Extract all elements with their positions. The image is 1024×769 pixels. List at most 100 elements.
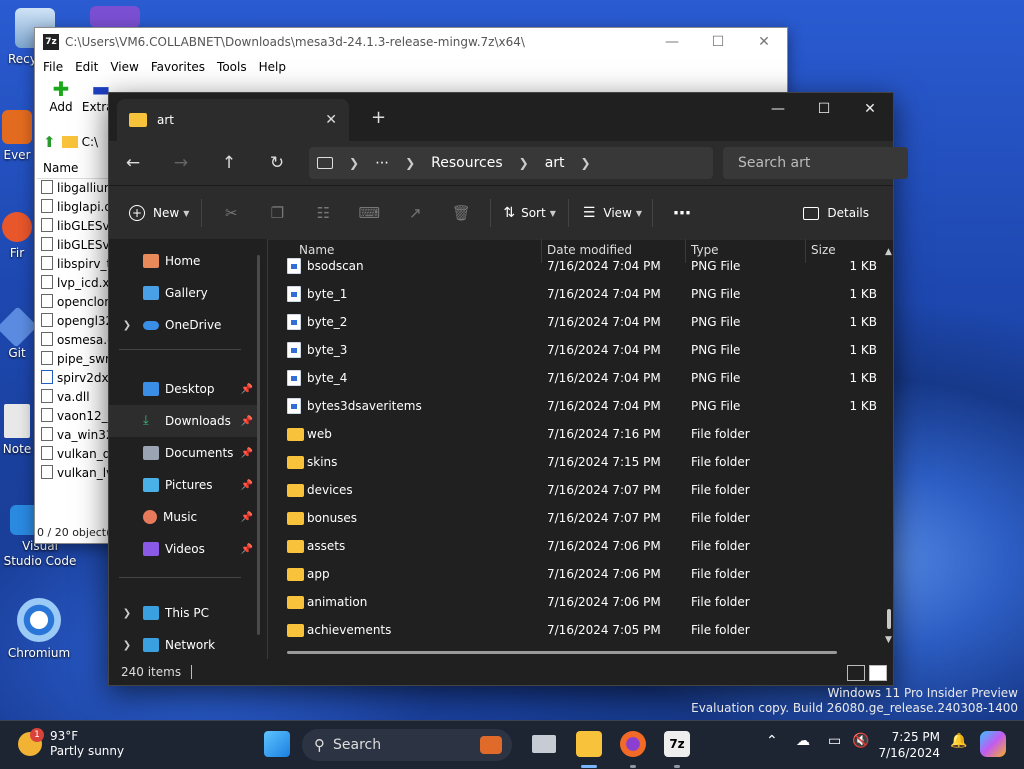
scrollbar[interactable] <box>257 255 260 635</box>
monitor-icon[interactable] <box>317 157 333 169</box>
sidebar-item-music[interactable]: Music 📌 <box>109 501 259 533</box>
horizontal-scrollbar[interactable] <box>287 651 837 654</box>
desktop-icon-fir[interactable]: Fir <box>0 212 34 260</box>
list-item[interactable]: openclon <box>37 293 109 312</box>
table-row[interactable]: byte_4 7/16/2024 7:04 PM PNG File 1 KB <box>281 365 881 393</box>
close-icon[interactable]: ✕ <box>847 93 893 125</box>
table-row[interactable]: skins 7/16/2024 7:15 PM File folder <box>281 449 881 477</box>
breadcrumb-resources[interactable]: Resources <box>431 155 503 171</box>
table-row[interactable]: bytes3dsaveritems 7/16/2024 7:04 PM PNG … <box>281 393 881 421</box>
sidebar-item-documents[interactable]: Documents 📌 <box>109 437 259 469</box>
table-row[interactable]: byte_2 7/16/2024 7:04 PM PNG File 1 KB <box>281 309 881 337</box>
list-item[interactable]: vulkan_dz <box>37 445 109 464</box>
sort-button[interactable]: ⇅ Sort ▼ <box>503 205 556 221</box>
list-item[interactable]: libGLESv1 <box>37 217 109 236</box>
menu-view[interactable]: View <box>104 60 144 74</box>
menu-help[interactable]: Help <box>253 60 292 74</box>
desktop-icon-chromium[interactable]: Chromium <box>4 598 74 660</box>
chevron-right-icon[interactable]: ❯ <box>119 608 135 619</box>
menu-edit[interactable]: Edit <box>69 60 104 74</box>
list-item[interactable]: vaon12_d <box>37 407 109 426</box>
list-item[interactable]: vulkan_lv <box>37 464 109 483</box>
sidebar-item-onedrive[interactable]: ❯ OneDrive <box>109 309 259 341</box>
desktop-icon-ever[interactable]: Ever <box>0 110 34 162</box>
windows-start-icon[interactable] <box>264 731 290 757</box>
7zip-path[interactable]: C:\ <box>82 135 98 149</box>
cut-icon[interactable]: ✂ <box>208 204 254 222</box>
chevron-up-icon[interactable]: ⌃ <box>766 733 778 749</box>
table-row[interactable]: bonuses 7/16/2024 7:07 PM File folder <box>281 505 881 533</box>
up-arrow-icon[interactable]: ↑ <box>205 153 253 173</box>
close-tab-icon[interactable]: ✕ <box>325 112 337 128</box>
list-item[interactable]: libspirv_t <box>37 255 109 274</box>
pin-icon[interactable]: 📌 <box>241 448 253 459</box>
task-view-icon[interactable] <box>532 735 556 753</box>
copilot-icon[interactable] <box>980 731 1006 757</box>
menu-file[interactable]: File <box>37 60 69 74</box>
forward-arrow-icon[interactable]: → <box>157 153 205 173</box>
minimize-icon[interactable]: — <box>755 93 801 125</box>
table-row[interactable]: achievements 7/16/2024 7:05 PM File fold… <box>281 617 881 645</box>
maximize-icon[interactable]: ☐ <box>695 34 741 50</box>
list-item[interactable]: libgallium <box>37 179 109 198</box>
chevron-right-icon[interactable]: ❯ <box>119 640 135 651</box>
details-button[interactable]: Details <box>803 206 869 220</box>
menu-tools[interactable]: Tools <box>211 60 253 74</box>
back-arrow-icon[interactable]: ← <box>109 153 157 173</box>
table-row[interactable]: web 7/16/2024 7:16 PM File folder <box>281 421 881 449</box>
copy-icon[interactable]: ❐ <box>254 204 300 222</box>
pin-icon[interactable]: 📌 <box>241 480 253 491</box>
7zip-taskbar-icon[interactable]: 7z <box>664 731 690 757</box>
pin-icon[interactable]: 📌 <box>241 512 253 523</box>
list-item[interactable]: spirv2dxil <box>37 369 109 388</box>
sidebar-item-downloads[interactable]: ⤓ Downloads 📌 <box>109 405 259 437</box>
list-item[interactable]: va.dll <box>37 388 109 407</box>
network-off-icon[interactable]: ☁ <box>796 733 810 749</box>
file-explorer-icon[interactable] <box>576 731 602 757</box>
up-arrow-icon[interactable]: ⬆ <box>43 133 56 151</box>
sidebar-item-network[interactable]: ❯ Network <box>109 629 259 661</box>
table-row[interactable]: assets 7/16/2024 7:06 PM File folder <box>281 533 881 561</box>
close-icon[interactable]: ✕ <box>741 34 787 50</box>
list-item[interactable]: libGLESv2 <box>37 236 109 255</box>
table-row[interactable]: byte_3 7/16/2024 7:04 PM PNG File 1 KB <box>281 337 881 365</box>
more-options-icon[interactable]: ⋯ <box>673 203 691 224</box>
sidebar-item-pictures[interactable]: Pictures 📌 <box>109 469 259 501</box>
more-paths-icon[interactable]: ⋯ <box>375 155 389 171</box>
scroll-up-icon[interactable]: ▲ <box>885 247 892 257</box>
new-button[interactable]: + New ▼ <box>129 205 189 221</box>
sidebar-item-thispc[interactable]: ❯ This PC <box>109 597 259 629</box>
maximize-icon[interactable]: ☐ <box>801 93 847 125</box>
list-item[interactable]: opengl32 <box>37 312 109 331</box>
list-item[interactable]: va_win32. <box>37 426 109 445</box>
tiles-view-icon[interactable] <box>869 665 887 681</box>
weather-widget[interactable]: 1 93°F Partly sunny <box>18 728 124 759</box>
sidebar-item-home[interactable]: Home <box>109 245 259 277</box>
pin-icon[interactable]: 📌 <box>241 384 253 395</box>
display-icon[interactable]: ▭ <box>828 733 841 749</box>
minimize-icon[interactable]: — <box>649 34 695 50</box>
sidebar-item-videos[interactable]: Videos 📌 <box>109 533 259 565</box>
delete-icon[interactable]: 🗑 <box>438 204 484 222</box>
share-icon[interactable]: ↗ <box>392 204 438 222</box>
add-button[interactable]: ✚ Add <box>41 78 81 114</box>
list-item[interactable]: osmesa.d <box>37 331 109 350</box>
taskbar-clock[interactable]: 7:25 PM 7/16/2024 <box>874 729 940 761</box>
search-input[interactable]: Search art <box>723 147 908 179</box>
scrollbar-thumb[interactable] <box>887 609 891 629</box>
volume-mute-icon[interactable]: 🔇 <box>852 733 869 749</box>
details-view-icon[interactable] <box>847 665 865 681</box>
paste-icon[interactable]: ☷ <box>300 204 346 222</box>
tab-art[interactable]: art ✕ <box>117 99 349 141</box>
chevron-right-icon[interactable]: ❯ <box>119 320 135 331</box>
pin-icon[interactable]: 📌 <box>241 416 253 427</box>
list-item[interactable]: pipe_swra <box>37 350 109 369</box>
new-tab-icon[interactable]: + <box>371 107 386 128</box>
list-item[interactable]: libglapi.d <box>37 198 109 217</box>
sidebar-item-gallery[interactable]: Gallery <box>109 277 259 309</box>
menu-favorites[interactable]: Favorites <box>145 60 211 74</box>
taskbar-search[interactable]: ⚲ Search <box>302 729 512 761</box>
pin-icon[interactable]: 📌 <box>241 544 253 555</box>
rename-icon[interactable]: ⌨ <box>346 204 392 222</box>
notification-bell-icon[interactable]: 🔔 <box>950 733 967 749</box>
